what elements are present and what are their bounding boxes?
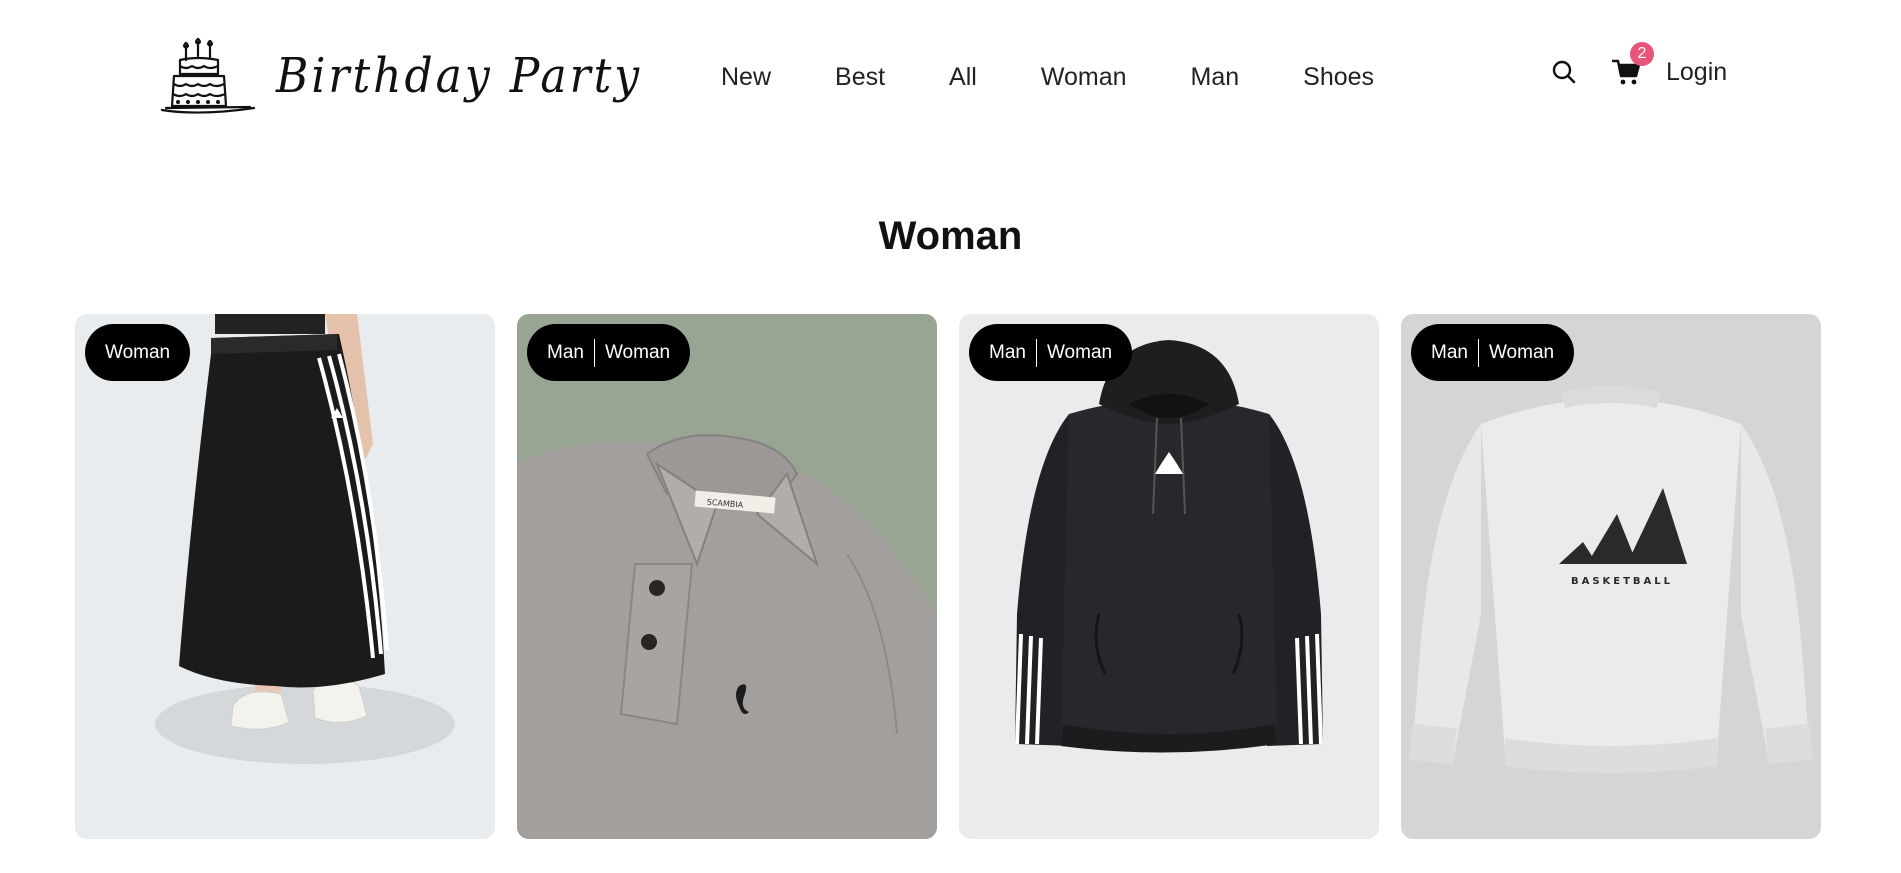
- tag-divider: [593, 338, 595, 367]
- page-title: Woman: [878, 214, 1023, 258]
- tag-divider: [1477, 338, 1479, 367]
- product-grid: Woman SCAMBIA Man Woman Man Woman BASKET…: [75, 314, 1821, 839]
- nav-item-best[interactable]: Best: [835, 63, 885, 92]
- tag-label: Woman: [105, 341, 171, 363]
- site-header: Birthday Party New Best All Woman Man Sh…: [0, 0, 1901, 160]
- white-sweatshirt-image: BASKETBALL: [1401, 314, 1821, 839]
- brand-logo[interactable]: Birthday Party: [160, 36, 642, 120]
- brand-name: Birthday Party: [276, 48, 643, 104]
- black-maxi-skirt-image: [75, 314, 495, 839]
- nav-item-all[interactable]: All: [949, 63, 977, 92]
- sweatshirt-print: BASKETBALL: [1571, 576, 1673, 587]
- nav-item-woman[interactable]: Woman: [1041, 63, 1127, 92]
- search-button[interactable]: [1548, 56, 1580, 88]
- birthday-cake-icon: [160, 37, 256, 114]
- tag-label: Man: [989, 341, 1026, 363]
- login-link[interactable]: Login: [1666, 58, 1727, 87]
- product-card[interactable]: SCAMBIA Man Woman: [517, 314, 937, 839]
- product-tags: Man Woman: [527, 324, 691, 381]
- tag-label: Man: [547, 341, 584, 363]
- product-card[interactable]: Woman: [75, 314, 495, 839]
- product-tags: Man Woman: [1411, 324, 1575, 381]
- tag-divider: [1035, 338, 1037, 367]
- search-icon: [1552, 60, 1576, 84]
- product-tags: Man Woman: [969, 324, 1133, 381]
- grey-polo-shirt-image: SCAMBIA: [517, 314, 937, 839]
- tag-label: Woman: [604, 341, 671, 363]
- product-card[interactable]: BASKETBALL Man Woman: [1401, 314, 1821, 839]
- product-card[interactable]: Man Woman: [959, 314, 1379, 839]
- tag-label: Woman: [1046, 341, 1113, 363]
- main-nav: New Best All Woman Man Shoes: [721, 63, 1374, 92]
- cart-count-badge: 2: [1630, 42, 1654, 66]
- header-actions: 2 Login: [1548, 42, 1727, 88]
- nav-item-shoes[interactable]: Shoes: [1303, 63, 1374, 92]
- nav-item-man[interactable]: Man: [1191, 63, 1240, 92]
- black-hoodie-image: [959, 314, 1379, 839]
- product-tags: Woman: [85, 324, 191, 381]
- tag-label: Man: [1431, 341, 1468, 363]
- nav-item-new[interactable]: New: [721, 63, 771, 92]
- cart-button[interactable]: 2: [1610, 42, 1654, 88]
- tag-label: Woman: [1488, 341, 1555, 363]
